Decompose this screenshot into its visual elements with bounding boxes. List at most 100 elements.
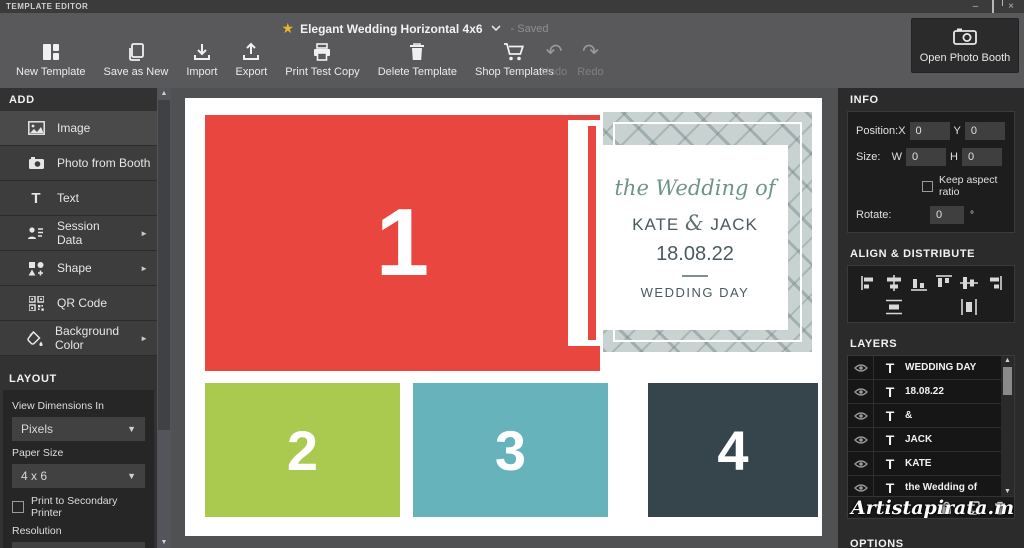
- eye-icon[interactable]: [848, 380, 874, 403]
- chevron-down-icon: ▼: [127, 471, 136, 481]
- layer-row[interactable]: T &: [848, 404, 1001, 428]
- view-dimensions-select[interactable]: Pixels ▼: [12, 417, 145, 441]
- position-y-input[interactable]: [965, 122, 1005, 140]
- text-layer-icon: T: [883, 360, 897, 376]
- add-background-color-button[interactable]: Background Color ►: [0, 321, 157, 356]
- close-icon[interactable]: ×: [1008, 2, 1014, 12]
- layers-section-header: LAYERS: [838, 332, 1024, 355]
- toolbar: ★ Elegant Wedding Horizontal 4x6 - Saved…: [0, 13, 1024, 88]
- paper-size-select[interactable]: 4 x 6 ▼: [12, 464, 145, 488]
- layer-row[interactable]: T WEDDING DAY: [848, 356, 1001, 380]
- add-session-data-button[interactable]: Session Data ►: [0, 216, 157, 251]
- scroll-up-icon[interactable]: ▲: [1001, 357, 1014, 364]
- add-shape-button[interactable]: Shape ►: [0, 251, 157, 286]
- degree-unit: °: [970, 210, 974, 221]
- undo-button[interactable]: ↶ Undo: [541, 40, 567, 78]
- print-test-copy-button[interactable]: Print Test Copy: [285, 40, 359, 78]
- left-panel-scrollbar[interactable]: ▲ ▼: [157, 88, 171, 548]
- layout-section: LAYOUT View Dimensions In Pixels ▼ Paper…: [0, 367, 157, 548]
- save-as-new-icon: [126, 40, 146, 62]
- new-template-icon: [41, 40, 61, 62]
- chevron-down-icon: ▼: [127, 424, 136, 434]
- import-button[interactable]: Import: [186, 40, 217, 78]
- eye-icon[interactable]: [848, 476, 874, 496]
- names-text[interactable]: KATE & JACK: [632, 211, 758, 235]
- left-sidebar: ADD Image Photo from Booth T Text Sessio…: [0, 88, 157, 548]
- toolbar-buttons: New Template Save as New Import Export: [16, 40, 554, 78]
- layer-row[interactable]: T 18.08.22: [848, 380, 1001, 404]
- canvas-workarea: 1 the Wedding of KATE & JACK 18.08.22 WE…: [171, 88, 838, 548]
- camera-icon: [953, 27, 977, 48]
- delete-template-button[interactable]: Delete Template: [378, 40, 457, 78]
- template-name[interactable]: Elegant Wedding Horizontal 4x6: [300, 22, 482, 36]
- redo-button[interactable]: ↷ Redo: [577, 40, 603, 78]
- export-button[interactable]: Export: [236, 40, 268, 78]
- align-middle-vertical-icon[interactable]: [960, 275, 978, 291]
- layer-row[interactable]: T JACK: [848, 428, 1001, 452]
- distribute-vertical-icon[interactable]: [885, 299, 903, 315]
- minimize-icon[interactable]: –: [973, 2, 979, 12]
- subtitle-text[interactable]: WEDDING DAY: [641, 285, 750, 300]
- photo-placeholder-1[interactable]: 1: [205, 115, 600, 371]
- add-text-button[interactable]: T Text: [0, 181, 157, 216]
- duplicate-icon[interactable]: [967, 501, 980, 515]
- ampersand-text: &: [685, 211, 705, 235]
- layer-row[interactable]: T the Wedding of: [848, 476, 1001, 496]
- favorite-star-icon[interactable]: ★: [282, 20, 295, 37]
- distribute-horizontal-icon[interactable]: [960, 299, 978, 315]
- size-h-input[interactable]: [962, 148, 1002, 166]
- saved-status: - Saved: [511, 23, 549, 35]
- photo-booth-camera-icon: [27, 156, 45, 170]
- scrollbar-thumb[interactable]: [158, 100, 170, 430]
- size-row: Size: W H: [856, 148, 1006, 166]
- position-x-input[interactable]: [910, 122, 950, 140]
- delete-layer-icon[interactable]: [994, 501, 1006, 515]
- eye-icon[interactable]: [848, 428, 874, 451]
- add-qr-code-button[interactable]: QR Code: [0, 286, 157, 321]
- photo-placeholder-3[interactable]: 3: [413, 383, 608, 517]
- layer-row[interactable]: T KATE: [848, 452, 1001, 476]
- add-image-button[interactable]: Image: [0, 111, 157, 146]
- save-as-new-button[interactable]: Save as New: [104, 40, 169, 78]
- eye-icon[interactable]: [848, 356, 874, 379]
- keep-aspect-checkbox[interactable]: [922, 181, 933, 192]
- redo-icon: ↷: [582, 42, 599, 62]
- open-photo-booth-button[interactable]: Open Photo Booth: [911, 18, 1019, 73]
- template-editor-window: TEMPLATE EDITOR – × ★ Elegant Wedding Ho…: [0, 0, 1024, 548]
- eye-icon[interactable]: [848, 404, 874, 427]
- photo-placeholder-2[interactable]: 2: [205, 383, 400, 517]
- eye-icon[interactable]: [848, 452, 874, 475]
- shopping-cart-icon: [503, 40, 525, 62]
- date-text[interactable]: 18.08.22: [656, 243, 734, 266]
- template-canvas[interactable]: 1 the Wedding of KATE & JACK 18.08.22 WE…: [185, 98, 822, 536]
- text-icon: T: [27, 190, 45, 207]
- scrollbar-thumb[interactable]: [1003, 367, 1012, 395]
- window-controls: – ×: [973, 2, 1014, 12]
- add-photo-from-booth-button[interactable]: Photo from Booth: [0, 146, 157, 181]
- text-layer-icon: T: [883, 456, 897, 472]
- scroll-up-icon[interactable]: ▲: [157, 90, 171, 97]
- script-text[interactable]: the Wedding of: [614, 176, 775, 200]
- resolution-select[interactable]: 300 dpi ▼: [12, 542, 145, 548]
- layers-actions-bar: [848, 496, 1014, 518]
- wedding-text-card[interactable]: the Wedding of KATE & JACK 18.08.22 WEDD…: [602, 145, 788, 330]
- options-section-header: OPTIONS: [838, 532, 1024, 548]
- layers-scrollbar[interactable]: ▲ ▼: [1001, 356, 1014, 496]
- align-center-horizontal-icon[interactable]: [885, 275, 903, 291]
- restore-icon[interactable]: [992, 2, 994, 12]
- align-left-icon[interactable]: [860, 275, 878, 291]
- align-bottom-icon[interactable]: [910, 275, 928, 291]
- align-right-icon[interactable]: [985, 275, 1003, 291]
- history-buttons: ↶ Undo ↷ Redo: [541, 40, 604, 78]
- photo-placeholder-4[interactable]: 4: [648, 383, 818, 517]
- template-dropdown-chevron-icon[interactable]: [491, 25, 501, 32]
- new-template-button[interactable]: New Template: [16, 40, 86, 78]
- lock-icon[interactable]: [940, 501, 953, 515]
- secondary-printer-checkbox[interactable]: [12, 501, 24, 513]
- align-top-icon[interactable]: [935, 275, 953, 291]
- rotate-input[interactable]: [930, 206, 964, 224]
- scroll-down-icon[interactable]: ▼: [1001, 488, 1014, 495]
- size-w-input[interactable]: [906, 148, 946, 166]
- scroll-down-icon[interactable]: ▼: [157, 539, 171, 546]
- submenu-arrow-icon: ►: [140, 229, 148, 238]
